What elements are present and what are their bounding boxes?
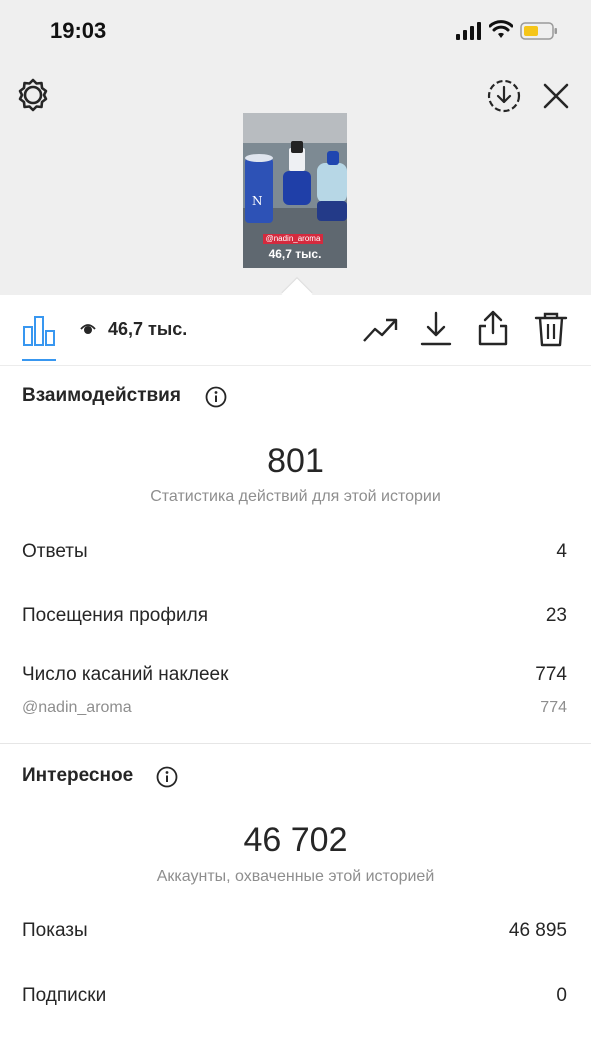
info-icon[interactable] xyxy=(205,386,227,408)
discovery-total: 46 702 xyxy=(243,821,348,859)
row-value-sticker-handle: 774 xyxy=(540,699,567,716)
download-icon[interactable] xyxy=(420,311,452,347)
interactions-title: Взаимодействия xyxy=(22,385,181,406)
wifi-icon xyxy=(489,20,513,38)
eye-icon xyxy=(80,324,96,334)
row-value-profile-visits: 23 xyxy=(545,605,567,626)
active-tab-indicator xyxy=(22,359,56,361)
trash-icon[interactable] xyxy=(534,311,568,347)
story-thumbnail-image: N xyxy=(243,113,347,268)
row-label-impressions: Показы xyxy=(22,920,88,941)
sticker-mention: @nadin_aroma xyxy=(263,234,323,244)
status-time: 19:03 xyxy=(50,18,107,43)
settings-gear-icon[interactable] xyxy=(15,77,51,113)
info-icon[interactable] xyxy=(156,766,178,788)
views-count: 46,7 тыс. xyxy=(108,319,188,339)
discovery-caption: Аккаунты, охваченные этой историей xyxy=(156,868,435,885)
interactions-caption: Статистика действий для этой истории xyxy=(150,488,441,505)
row-value-follows: 0 xyxy=(556,985,567,1006)
insights-bar-chart-icon[interactable] xyxy=(22,313,56,347)
interactions-total: 801 xyxy=(267,442,324,480)
story-views-overlay: 46,7 тыс. xyxy=(268,247,322,261)
row-label-profile-visits: Посещения профиля xyxy=(22,605,208,626)
discovery-title: Интересное xyxy=(22,765,134,786)
row-value-sticker-taps: 774 xyxy=(535,664,567,685)
story-actions-toolbar: 46,7 тыс. xyxy=(0,295,591,366)
row-label-sticker-taps: Число касаний наклеек xyxy=(22,664,229,685)
close-icon[interactable] xyxy=(541,81,571,111)
svg-text:N: N xyxy=(252,194,263,208)
row-label-sticker-handle: @nadin_aroma xyxy=(22,699,132,716)
row-value-impressions: 46 895 xyxy=(508,920,567,941)
section-divider xyxy=(0,743,591,744)
share-icon[interactable] xyxy=(477,309,509,347)
story-thumbnail[interactable]: N @nadin_aroma 46,7 тыс. xyxy=(243,113,347,268)
save-story-icon[interactable] xyxy=(486,78,522,114)
cellular-signal-icon xyxy=(456,22,481,40)
trending-up-icon[interactable] xyxy=(362,315,398,347)
row-value-replies: 4 xyxy=(556,541,567,562)
battery-icon xyxy=(520,22,557,40)
row-label-follows: Подписки xyxy=(22,985,107,1006)
row-label-replies: Ответы xyxy=(22,541,88,562)
